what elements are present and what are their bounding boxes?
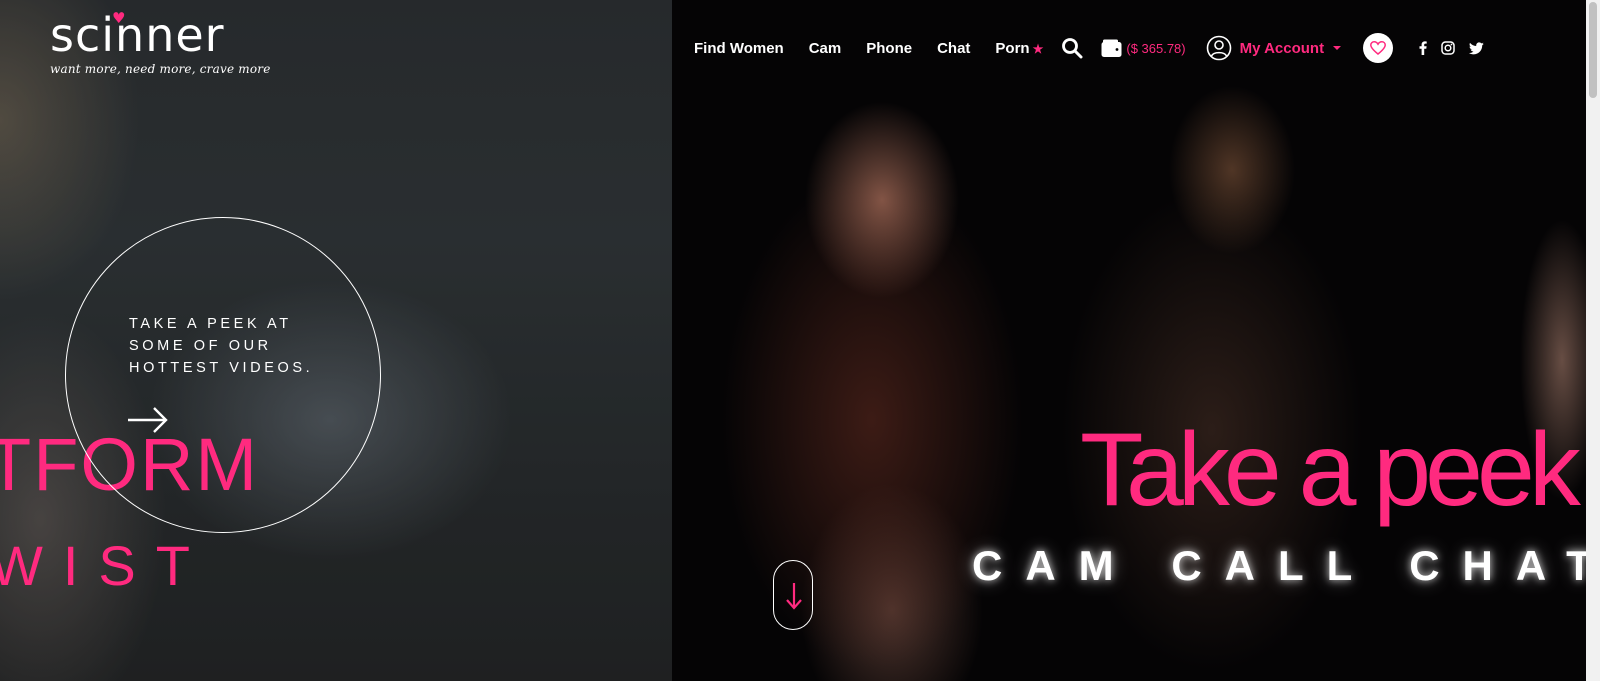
- nav-chat-label: Chat: [937, 39, 971, 57]
- wallet-icon: [1101, 39, 1122, 58]
- logo-wordmark: scinner: [50, 8, 225, 62]
- wallet-amount: ($ 365.78): [1126, 40, 1186, 56]
- heart-icon: [1370, 41, 1387, 55]
- main-nav: Find Women Cam Phone Chat Porn ★ ($ 365.7…: [694, 30, 1498, 66]
- wallet-balance[interactable]: ($ 365.78): [1101, 39, 1186, 58]
- logo-heart-icon: ♥: [112, 9, 126, 27]
- my-account-menu[interactable]: My Account: [1206, 35, 1342, 61]
- search-icon[interactable]: [1061, 37, 1083, 59]
- logo-tagline: want more, need more, crave more: [50, 62, 271, 76]
- star-icon: ★: [1032, 41, 1044, 56]
- nav-phone-label: Phone: [866, 39, 913, 57]
- facebook-icon[interactable]: [1419, 41, 1427, 55]
- nav-porn-label: Porn: [995, 39, 1030, 57]
- hero-subtitle: CAM CALL CHAT: [972, 542, 1586, 589]
- nav-chat[interactable]: Chat: [937, 40, 970, 57]
- page-scrollbar[interactable]: [1586, 0, 1600, 681]
- right-hero-panel: Take a peek CAM CALL CHAT: [672, 0, 1586, 681]
- user-circle-icon: [1206, 35, 1232, 61]
- arrow-down-icon: [786, 583, 802, 610]
- hero-script-title: Take a peek: [1080, 412, 1581, 528]
- arrow-right-icon[interactable]: [127, 405, 169, 435]
- nav-find-women-label: Find Women: [694, 39, 784, 57]
- nav-find-women[interactable]: Find Women: [694, 40, 784, 57]
- background-word-2: WIST: [0, 534, 210, 597]
- nav-cam-label: Cam: [808, 39, 842, 57]
- nav-phone[interactable]: Phone: [866, 40, 912, 57]
- instagram-icon[interactable]: [1441, 41, 1455, 55]
- scroll-down-button[interactable]: [773, 560, 813, 630]
- nav-cam[interactable]: Cam: [809, 40, 842, 57]
- twitter-icon[interactable]: [1469, 41, 1484, 55]
- scrollbar-thumb[interactable]: [1589, 2, 1597, 98]
- my-account-label: My Account: [1239, 39, 1325, 57]
- chevron-down-icon: [1333, 46, 1342, 50]
- peek-videos-text: TAKE A PEEK AT SOME OF OUR HOTTEST VIDEO…: [129, 316, 314, 376]
- social-links: [1419, 41, 1498, 55]
- nav-porn[interactable]: Porn ★: [995, 40, 1043, 57]
- site-logo[interactable]: ♥ scinner want more, need more, crave mo…: [50, 8, 271, 76]
- favorites-button[interactable]: [1363, 33, 1394, 63]
